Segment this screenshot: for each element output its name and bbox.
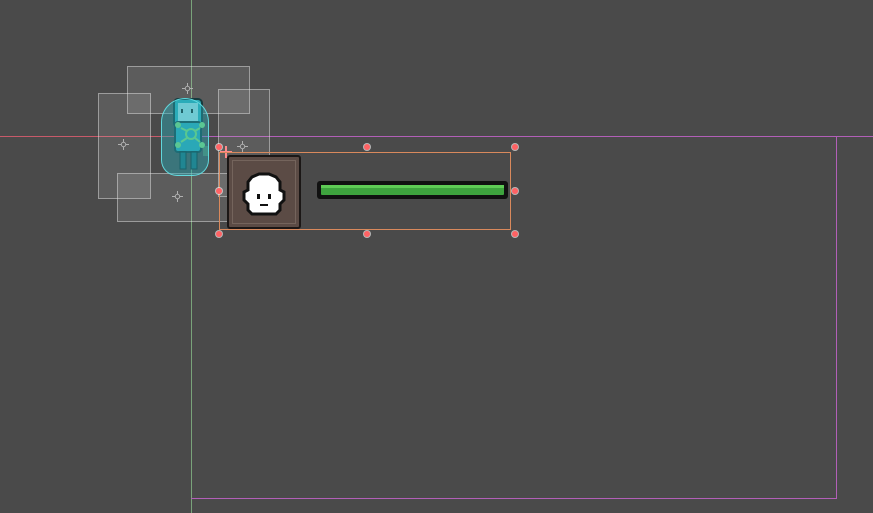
health-bar-fill <box>321 185 504 195</box>
resize-handle-bottom[interactable] <box>364 231 370 237</box>
ghost-portrait-icon <box>242 172 286 216</box>
player-collider-overlay[interactable] <box>161 98 209 176</box>
move-gizmo-icon[interactable] <box>172 191 183 202</box>
resize-handle-right[interactable] <box>512 188 518 194</box>
resize-handle-top-left[interactable] <box>216 144 222 150</box>
move-gizmo-icon[interactable] <box>118 139 129 150</box>
health-bar <box>317 181 508 199</box>
scene-viewport[interactable] <box>0 0 873 513</box>
resize-handle-bottom-left[interactable] <box>216 231 222 237</box>
resize-handle-top-right[interactable] <box>512 144 518 150</box>
resize-handle-left[interactable] <box>216 188 222 194</box>
resize-handle-top[interactable] <box>364 144 370 150</box>
resize-handle-bottom-right[interactable] <box>512 231 518 237</box>
character-portrait[interactable] <box>227 155 301 229</box>
move-gizmo-icon[interactable] <box>237 141 248 152</box>
